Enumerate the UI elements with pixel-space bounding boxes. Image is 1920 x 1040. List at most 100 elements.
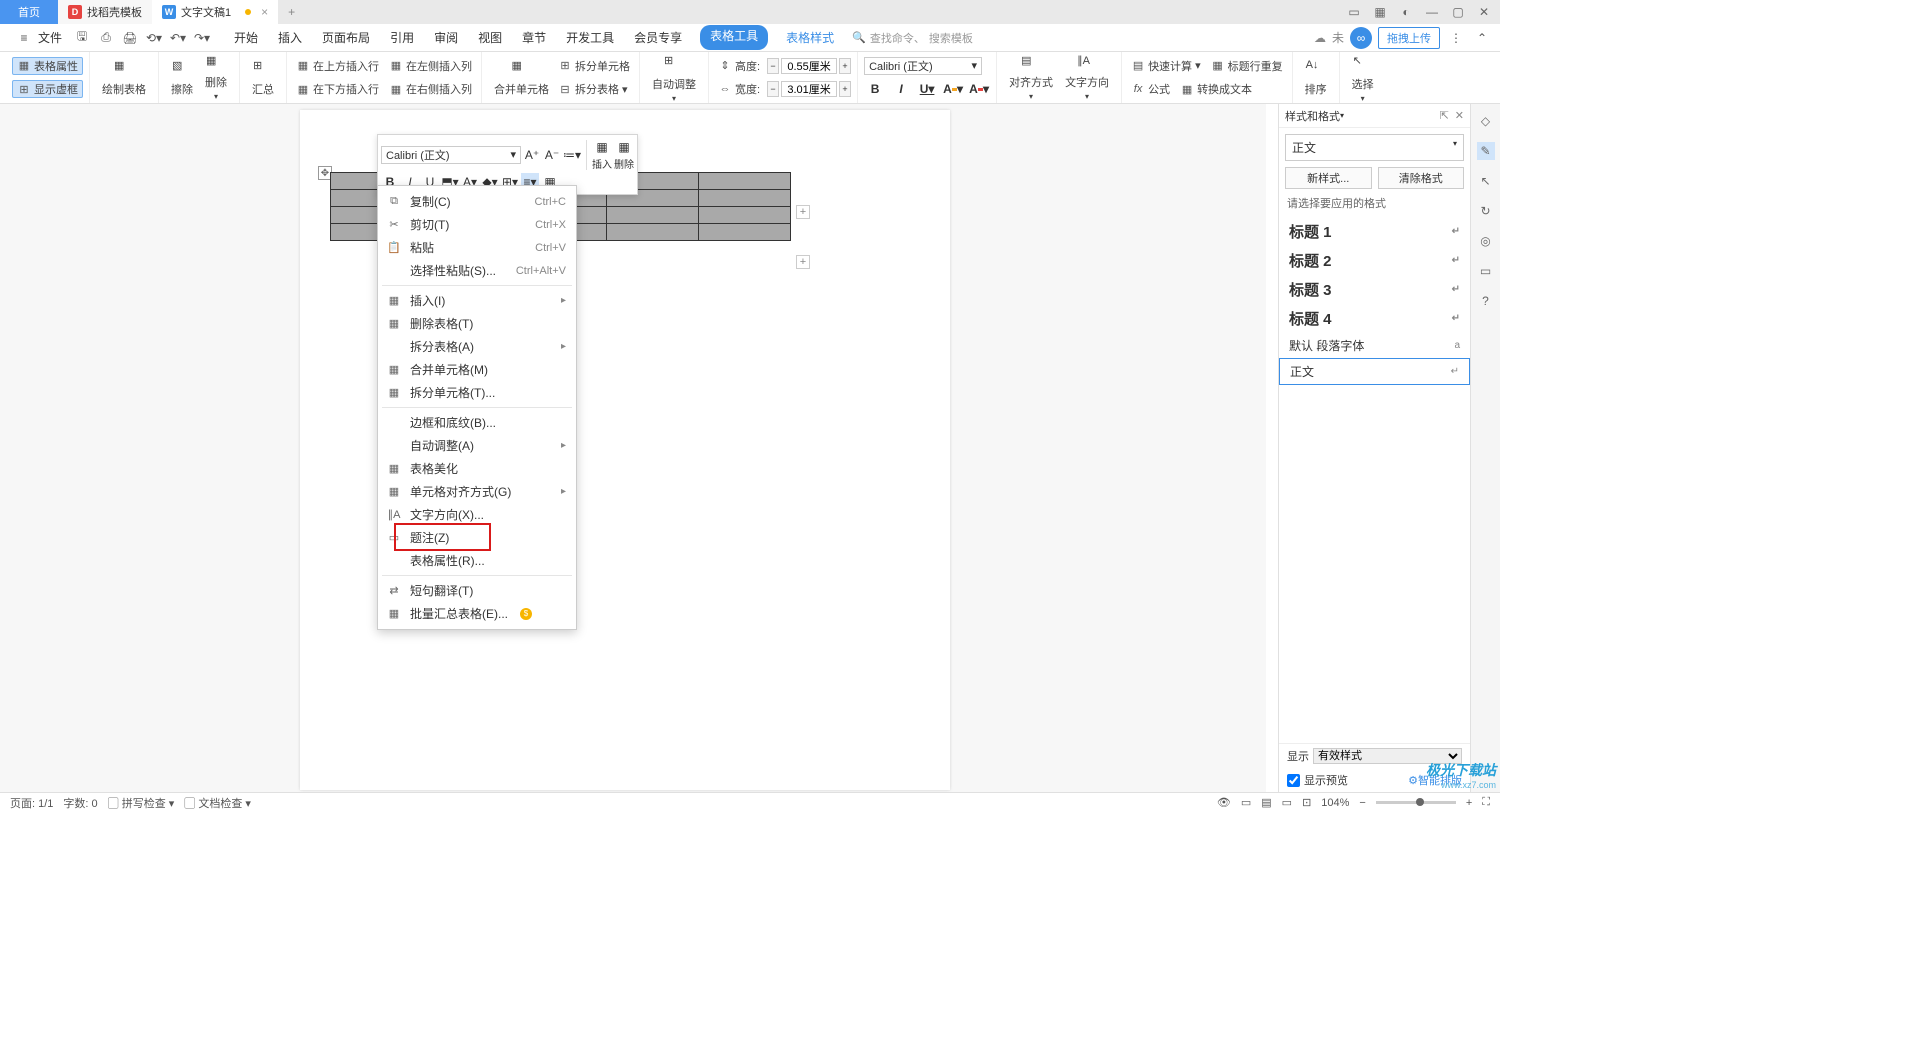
style-body[interactable]: 正文↵ (1279, 358, 1470, 385)
page-status[interactable]: 页面: 1/1 (10, 795, 53, 811)
ctx-text-dir[interactable]: ∥A文字方向(X)... (378, 503, 576, 526)
tab-table-style[interactable]: 表格样式 (784, 25, 836, 50)
drag-upload-button[interactable]: 拖拽上传 (1378, 27, 1440, 49)
select-button[interactable]: ↖选择▾ (1346, 54, 1380, 103)
fit-page-icon[interactable]: ⊡ (1302, 796, 1311, 809)
sort-button[interactable]: A↓排序 (1299, 59, 1333, 97)
current-style-box[interactable]: 正文▾ (1285, 134, 1464, 161)
ctx-paste-special[interactable]: 选择性粘贴(S)...Ctrl+Alt+V (378, 259, 576, 282)
width-input[interactable] (781, 81, 837, 97)
side-sheet-icon[interactable]: ▭ (1477, 262, 1495, 280)
tab-template[interactable]: D 找稻壳模板 (58, 0, 152, 24)
tab-insert[interactable]: 插入 (276, 25, 304, 50)
height-spinner[interactable]: −+ (767, 58, 851, 74)
side-styles-icon[interactable]: ✎ (1477, 142, 1495, 160)
tab-chapter[interactable]: 章节 (520, 25, 548, 50)
insert-right-button[interactable]: ▦在右侧插入列 (386, 80, 475, 98)
spell-check-toggle[interactable]: ▢ 拼写检查 ▾ (108, 795, 175, 811)
ctx-merge-cells[interactable]: ▦合并单元格(M) (378, 358, 576, 381)
tab-member[interactable]: 会员专享 (632, 25, 684, 50)
ctx-caption[interactable]: ▭题注(Z) (378, 526, 576, 549)
delete-button[interactable]: ▦删除▾ (199, 54, 233, 101)
close-panel-icon[interactable]: ✕ (1455, 109, 1464, 122)
tab-view[interactable]: 视图 (476, 25, 504, 50)
cloud-sync-icon[interactable]: ☁ (1314, 31, 1326, 45)
ctx-copy[interactable]: ⧉复制(C)Ctrl+C (378, 190, 576, 213)
ctx-batch-summary[interactable]: ▦批量汇总表格(E)...$ (378, 602, 576, 625)
ctx-split-cells[interactable]: ▦拆分单元格(T)... (378, 381, 576, 404)
text-direction-button[interactable]: ∥A文字方向▾ (1059, 54, 1115, 101)
mini-decrease-font[interactable]: A⁻ (543, 146, 561, 164)
tab-table-tool[interactable]: 表格工具 (700, 25, 768, 50)
output-icon[interactable]: ⟲▾ (144, 28, 164, 48)
style-heading1[interactable]: 标题 1↵ (1279, 217, 1470, 246)
fullscreen-icon[interactable]: ⛶ (1482, 796, 1490, 809)
zoom-thumb[interactable] (1416, 798, 1424, 806)
ctx-beautify[interactable]: ▦表格美化 (378, 457, 576, 480)
mini-list-icon[interactable]: ≔▾ (563, 146, 581, 164)
font-color-button[interactable]: A▾ (969, 80, 989, 98)
highlight-button[interactable]: A▾ (943, 80, 963, 98)
ctx-split-table[interactable]: 拆分表格(A)▸ (378, 335, 576, 358)
more-menu-icon[interactable]: ⋮ (1446, 28, 1466, 48)
italic-button[interactable]: I (891, 80, 911, 98)
preview-checkbox[interactable] (1287, 774, 1300, 787)
side-format-icon[interactable]: ◇ (1477, 112, 1495, 130)
view-read-icon[interactable]: ▭ (1282, 796, 1292, 809)
new-style-button[interactable]: 新样式... (1285, 167, 1372, 189)
document-page[interactable]: ✥ + + Calibri (正文)▾ A⁺ A⁻ ≔▾ ▦插入 ▦删除 B I (300, 110, 950, 790)
add-row-button[interactable]: + (796, 255, 810, 269)
new-tab-button[interactable]: + (278, 0, 305, 24)
cloud-button[interactable]: ∞ (1350, 27, 1372, 49)
smart-layout-button[interactable]: ⚙智能排版 (1408, 772, 1462, 788)
mini-font-combo[interactable]: Calibri (正文)▾ (381, 146, 521, 164)
font-selector[interactable]: Calibri (正文)▾ (864, 57, 982, 75)
command-search[interactable]: 🔍 查找命令、 搜索模板 (852, 30, 973, 46)
print-preview-icon[interactable]: ⎙ (96, 28, 116, 48)
insert-below-button[interactable]: ▦在下方插入行 (293, 80, 382, 98)
bold-button[interactable]: B (865, 80, 885, 98)
undo-button[interactable]: ↶▾ (168, 28, 188, 48)
zoom-in-button[interactable]: + (1466, 797, 1472, 809)
redo-button[interactable]: ↷▾ (192, 28, 212, 48)
view-print-icon[interactable]: 👁 (1217, 796, 1231, 809)
tab-reference[interactable]: 引用 (388, 25, 416, 50)
side-help-icon[interactable]: ? (1477, 292, 1495, 310)
view-web-icon[interactable]: ▭ (1241, 796, 1251, 809)
side-cloud-icon[interactable]: ↻ (1477, 202, 1495, 220)
ctx-phrase-trans[interactable]: ⇄短句翻译(T) (378, 579, 576, 602)
insert-left-button[interactable]: ▦在左侧插入列 (386, 57, 475, 75)
erase-button[interactable]: ▧擦除 (165, 54, 199, 101)
quick-calc-button[interactable]: ▤快速计算▾ (1128, 57, 1204, 75)
header-repeat-button[interactable]: ▦标题行重复 (1208, 57, 1286, 75)
to-text-button[interactable]: ▦转换成文本 (1177, 80, 1255, 98)
split-cells-button[interactable]: ⊞拆分单元格 (555, 57, 633, 75)
table-properties-button[interactable]: ▦表格属性 (12, 57, 83, 75)
style-heading2[interactable]: 标题 2↵ (1279, 246, 1470, 275)
mini-insert-menu[interactable]: ▦插入 (592, 138, 612, 171)
print-icon[interactable]: 🖨 (120, 28, 140, 48)
close-window-button[interactable]: ✕ (1476, 4, 1492, 20)
merge-cells-button[interactable]: ▦合并单元格 (488, 54, 555, 101)
show-select[interactable]: 有效样式 (1313, 748, 1462, 764)
collapse-ribbon-icon[interactable]: ⌃ (1472, 28, 1492, 48)
user-avatar-icon[interactable]: ◐ (1398, 4, 1414, 20)
save-icon[interactable]: 🖫 (72, 28, 92, 48)
style-default-font[interactable]: 默认 段落字体a (1279, 333, 1470, 358)
width-spinner[interactable]: −+ (767, 81, 851, 97)
style-heading3[interactable]: 标题 3↵ (1279, 275, 1470, 304)
mini-delete-menu[interactable]: ▦删除 (614, 138, 634, 171)
side-select-icon[interactable]: ↖ (1477, 172, 1495, 190)
height-inc[interactable]: + (839, 58, 851, 74)
doc-check-toggle[interactable]: ▢ 文档检查 ▾ (184, 795, 251, 811)
summary-button[interactable]: ⊞汇总 (246, 59, 280, 97)
apps-icon[interactable]: ▦ (1372, 4, 1388, 20)
tab-start[interactable]: 开始 (232, 25, 260, 50)
zoom-value[interactable]: 104% (1321, 797, 1349, 809)
formula-button[interactable]: fx公式 (1128, 80, 1173, 98)
underline-button[interactable]: U▾ (917, 80, 937, 98)
file-menu-button[interactable]: ≡ 文件 (8, 28, 68, 48)
tab-layout[interactable]: 页面布局 (320, 25, 372, 50)
ctx-cut[interactable]: ✂剪切(T)Ctrl+X (378, 213, 576, 236)
add-column-button[interactable]: + (796, 205, 810, 219)
